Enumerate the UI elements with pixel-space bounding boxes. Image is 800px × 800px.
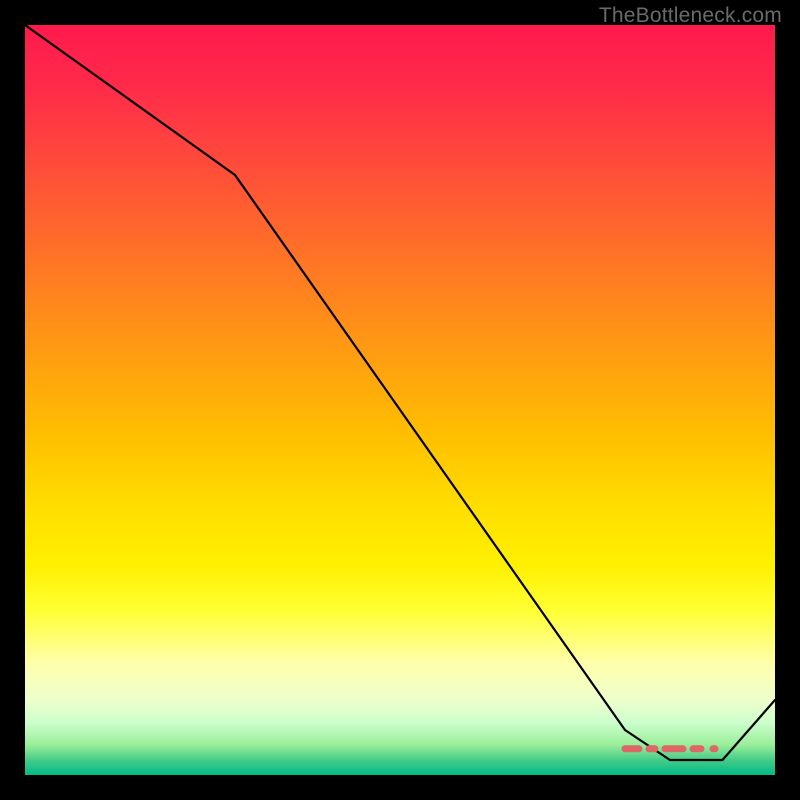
watermark-text: TheBottleneck.com (599, 4, 782, 28)
chart-svg (25, 25, 775, 775)
plot-area (25, 25, 775, 775)
chart-frame: TheBottleneck.com (0, 0, 800, 800)
curve-line (25, 25, 775, 760)
